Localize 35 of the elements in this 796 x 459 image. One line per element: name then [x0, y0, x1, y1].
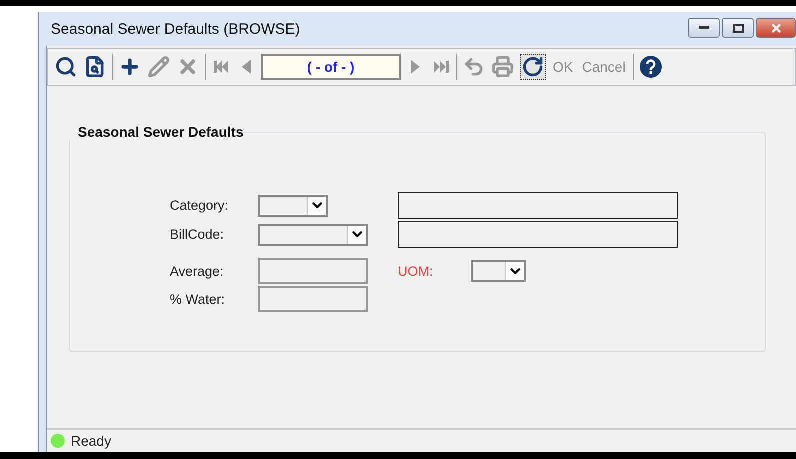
group-title: Seasonal Sewer Defaults — [77, 124, 245, 140]
plus-icon — [119, 56, 141, 78]
maximize-button[interactable] — [722, 18, 754, 38]
description-field[interactable] — [398, 221, 678, 248]
input-field[interactable] — [258, 286, 368, 312]
description-field[interactable] — [398, 192, 678, 219]
search-button[interactable] — [54, 55, 78, 79]
uom-label: UOM: — [398, 264, 434, 278]
pencil-icon — [148, 56, 170, 78]
close-button[interactable] — [756, 18, 796, 38]
dropdown[interactable] — [258, 224, 368, 246]
window-title: Seasonal Sewer Defaults (BROWSE) — [51, 20, 302, 38]
field-label: % Water: — [170, 292, 226, 306]
field-label: BillCode: — [170, 227, 226, 242]
first-record-icon — [212, 58, 230, 76]
maximize-icon — [732, 24, 744, 32]
refresh-button[interactable] — [520, 54, 546, 80]
input-field[interactable] — [258, 258, 368, 284]
help-icon — [640, 56, 662, 78]
minimize-icon — [699, 26, 709, 30]
close-icon — [770, 22, 782, 34]
record-position-field[interactable]: ( - of - ) — [261, 54, 401, 80]
dropdown[interactable] — [258, 194, 328, 216]
minimize-button[interactable] — [688, 18, 720, 38]
help-button[interactable] — [638, 55, 663, 79]
field-label: Category: — [170, 198, 230, 213]
dropdown[interactable] — [471, 260, 526, 282]
undo-icon — [463, 56, 485, 78]
printer-icon — [492, 56, 514, 78]
document-search-icon — [84, 56, 106, 78]
refresh-icon — [522, 56, 544, 78]
field-label: Average: — [170, 264, 225, 278]
search-icon — [55, 56, 77, 78]
last-record-icon — [432, 58, 450, 76]
status-text: Ready — [71, 433, 112, 449]
